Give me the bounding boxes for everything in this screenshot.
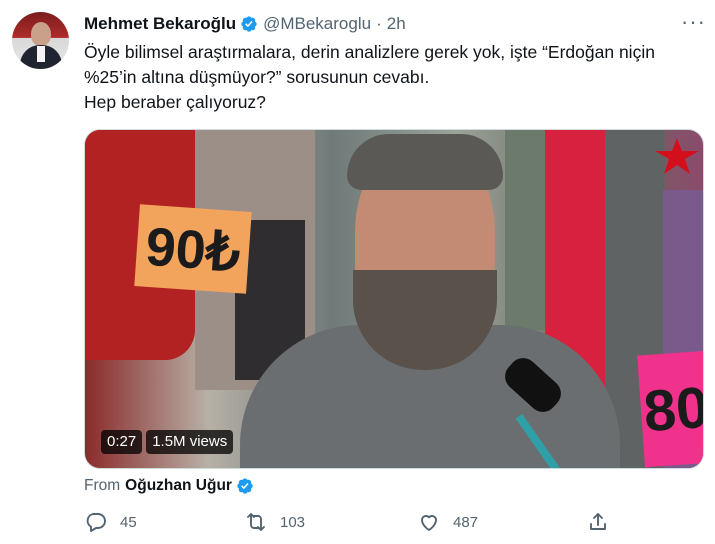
retweet-button[interactable]: 103 <box>244 510 305 534</box>
video-views: 1.5M views <box>146 430 234 454</box>
author-name[interactable]: Mehmet Bekaroğlu <box>84 14 236 34</box>
heart-icon <box>421 515 437 531</box>
man-hair <box>347 134 503 190</box>
tweet-timestamp[interactable]: 2h <box>387 14 406 34</box>
author-avatar[interactable] <box>12 12 69 69</box>
avatar-head <box>31 22 51 46</box>
tweet-actions: 45 103 487 <box>84 510 614 536</box>
reply-count: 45 <box>120 513 137 531</box>
video-player[interactable]: 90₺ 80 0:27 1.5M views <box>84 129 704 469</box>
tweet-text-line: %25’in altına düşmüyor?” sorusunun cevab… <box>84 67 430 87</box>
retweet-icon <box>247 513 265 531</box>
tweet-header: Mehmet Bekaroğlu @MBekaroglu · 2h <box>84 13 406 35</box>
share-icon <box>590 513 606 530</box>
retweet-count: 103 <box>280 513 306 531</box>
reply-button[interactable]: 45 <box>84 510 137 534</box>
video-info: 0:27 1.5M views <box>101 430 234 454</box>
tweet-text-line: Hep beraber çalıyoruz? <box>84 92 266 112</box>
like-count: 487 <box>453 513 479 531</box>
price-tag-90: 90₺ <box>134 204 252 294</box>
more-options-icon[interactable]: ··· <box>681 11 706 33</box>
reply-icon <box>86 513 106 532</box>
like-button[interactable]: 487 <box>417 510 478 534</box>
verified-badge-icon <box>240 15 258 33</box>
attribution-prefix: From <box>84 477 121 494</box>
attribution-author[interactable]: Oğuzhan Uğur <box>125 477 232 495</box>
star-logo-icon <box>655 138 699 174</box>
video-duration: 0:27 <box>101 430 143 454</box>
tweet-text: Öyle bilimsel araştırmalara, derin anali… <box>84 40 704 115</box>
verified-badge-icon <box>236 477 254 495</box>
tweet-text-line: Öyle bilimsel araştırmalara, derin anali… <box>84 42 655 62</box>
avatar-shirt <box>37 46 45 62</box>
time-separator: · <box>376 14 382 33</box>
price-tag-80: 80 <box>637 350 703 468</box>
author-handle[interactable]: @MBekaroglu <box>263 14 371 34</box>
video-attribution: From Oğuzhan Uğur <box>84 477 254 495</box>
share-button[interactable] <box>586 510 610 534</box>
